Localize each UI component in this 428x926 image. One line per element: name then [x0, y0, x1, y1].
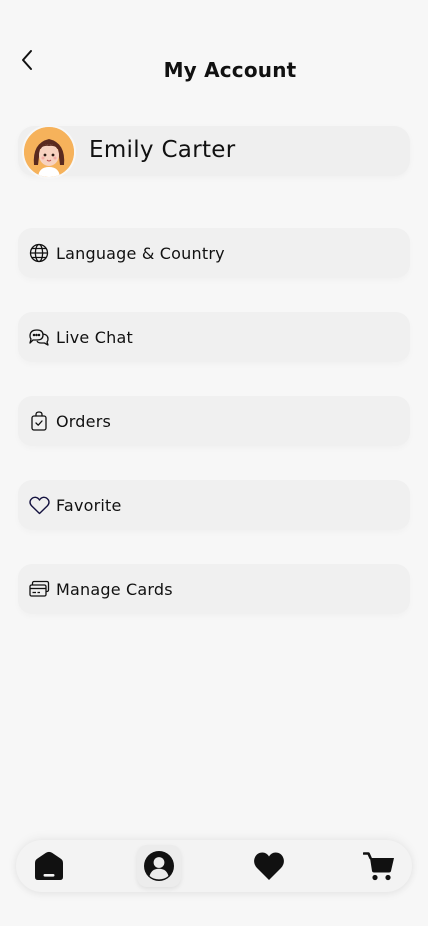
cart-icon [363, 852, 394, 881]
home-icon [35, 851, 63, 880]
nav-cart-button[interactable] [357, 845, 401, 887]
my-account-screen: My Account Emily Carter Language & Count… [0, 0, 428, 926]
bottom-navigation-bar [16, 840, 412, 892]
heart-icon [254, 852, 284, 880]
menu-item-manage-cards[interactable]: Manage Cards [18, 564, 410, 614]
globe-icon [28, 242, 50, 264]
user-profile-icon [144, 851, 174, 881]
menu-item-favorite[interactable]: Favorite [18, 480, 410, 530]
menu-item-live-chat[interactable]: Live Chat [18, 312, 410, 362]
nav-favorites-button[interactable] [247, 845, 291, 887]
menu-item-language-country[interactable]: Language & Country [18, 228, 410, 278]
avatar[interactable] [22, 125, 76, 179]
menu-item-label: Orders [56, 411, 112, 431]
page-title: My Account [163, 58, 297, 82]
heart-outline-icon [28, 494, 50, 516]
girl-avatar-icon [24, 127, 74, 177]
shopping-bag-check-icon [28, 410, 50, 432]
menu-item-orders[interactable]: Orders [18, 396, 410, 446]
menu-item-label: Favorite [56, 495, 122, 515]
nav-home-button[interactable] [27, 845, 71, 887]
menu-item-label: Live Chat [56, 327, 133, 347]
nav-profile-button[interactable] [137, 845, 181, 887]
credit-cards-icon [28, 578, 50, 600]
chat-bubbles-icon [28, 326, 50, 348]
menu-item-label: Language & Country [56, 243, 225, 263]
menu-item-label: Manage Cards [56, 579, 173, 599]
profile-name: Emily Carter [89, 137, 236, 163]
